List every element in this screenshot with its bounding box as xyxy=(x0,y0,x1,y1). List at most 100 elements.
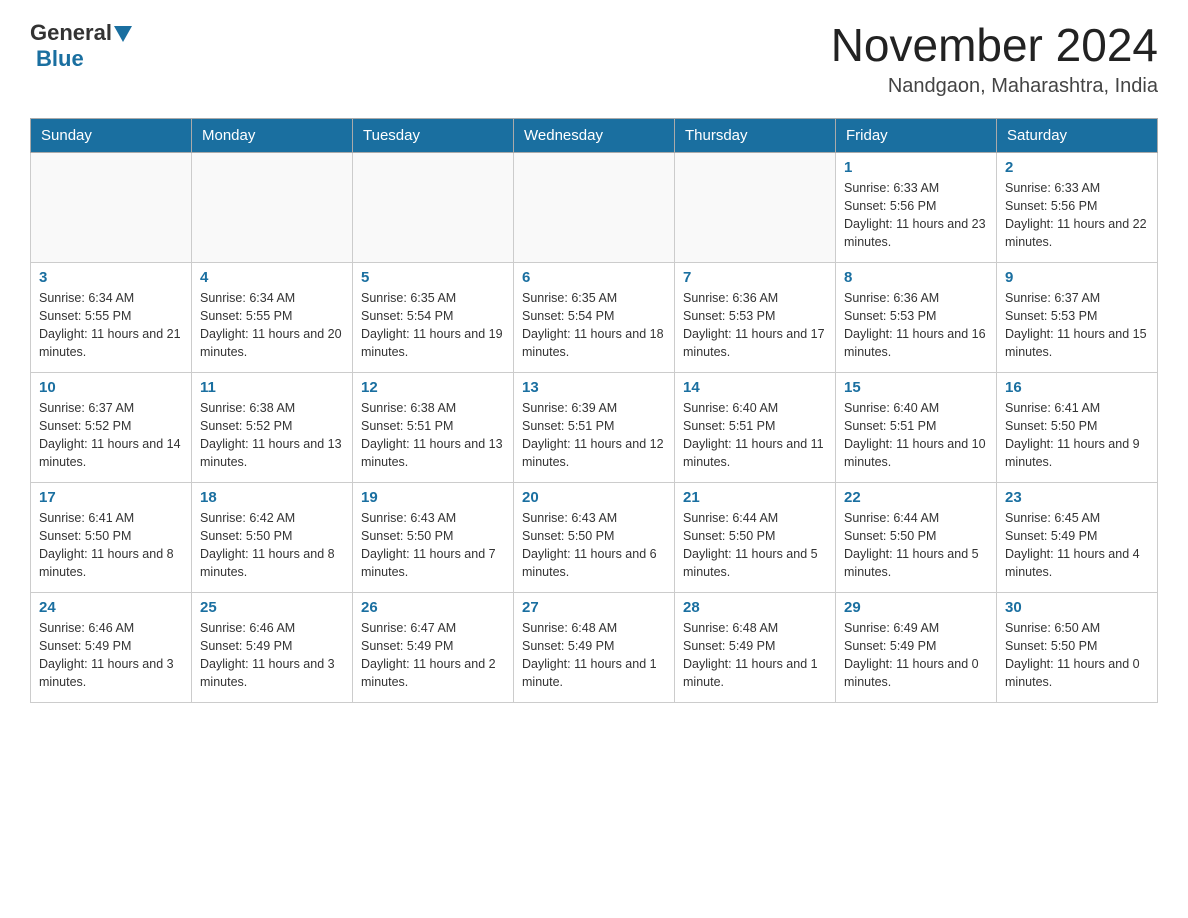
day-info: Sunrise: 6:35 AM Sunset: 5:54 PM Dayligh… xyxy=(522,289,666,362)
calendar-day-cell: 21 Sunrise: 6:44 AM Sunset: 5:50 PM Dayli… xyxy=(675,482,836,592)
day-number: 21 xyxy=(683,489,827,506)
day-info: Sunrise: 6:36 AM Sunset: 5:53 PM Dayligh… xyxy=(844,289,988,362)
day-info: Sunrise: 6:34 AM Sunset: 5:55 PM Dayligh… xyxy=(39,289,183,362)
day-number: 27 xyxy=(522,599,666,616)
calendar-weekday-header: Thursday xyxy=(675,118,836,152)
logo: General Blue xyxy=(30,20,132,72)
calendar-day-cell: 11Sunrise: 6:38 AM Sunset: 5:52 PM Dayli… xyxy=(192,372,353,482)
calendar-day-cell: 30 Sunrise: 6:50 AM Sunset: 5:50 PM Dayli… xyxy=(997,592,1158,702)
calendar-day-cell: 6 Sunrise: 6:35 AM Sunset: 5:54 PM Daylig… xyxy=(514,262,675,372)
day-info: Sunrise: 6:33 AM Sunset: 5:56 PM Dayligh… xyxy=(844,179,988,252)
day-info: Sunrise: 6:48 AM Sunset: 5:49 PM Dayligh… xyxy=(683,619,827,692)
calendar-day-cell: 27 Sunrise: 6:48 AM Sunset: 5:49 PM Dayli… xyxy=(514,592,675,702)
calendar-day-cell: 13Sunrise: 6:39 AM Sunset: 5:51 PM Dayli… xyxy=(514,372,675,482)
calendar-day-cell: 28 Sunrise: 6:48 AM Sunset: 5:49 PM Dayli… xyxy=(675,592,836,702)
day-number: 24 xyxy=(39,599,183,616)
day-number: 3 xyxy=(39,269,183,286)
calendar-day-cell: 5Sunrise: 6:35 AM Sunset: 5:54 PM Daylig… xyxy=(353,262,514,372)
calendar-day-cell: 17 Sunrise: 6:41 AM Sunset: 5:50 PM Dayli… xyxy=(31,482,192,592)
calendar-day-cell: 15 Sunrise: 6:40 AM Sunset: 5:51 PM Dayli… xyxy=(836,372,997,482)
day-info: Sunrise: 6:46 AM Sunset: 5:49 PM Dayligh… xyxy=(200,619,344,692)
day-info: Sunrise: 6:44 AM Sunset: 5:50 PM Dayligh… xyxy=(683,509,827,582)
day-number: 28 xyxy=(683,599,827,616)
day-info: Sunrise: 6:41 AM Sunset: 5:50 PM Dayligh… xyxy=(39,509,183,582)
day-number: 1 xyxy=(844,159,988,176)
calendar-table: SundayMondayTuesdayWednesdayThursdayFrid… xyxy=(30,118,1158,703)
day-number: 15 xyxy=(844,379,988,396)
day-number: 19 xyxy=(361,489,505,506)
calendar-weekday-header: Friday xyxy=(836,118,997,152)
page-header: General Blue November 2024 Nandgaon, Mah… xyxy=(30,20,1158,98)
day-info: Sunrise: 6:43 AM Sunset: 5:50 PM Dayligh… xyxy=(361,509,505,582)
calendar-day-cell: 23 Sunrise: 6:45 AM Sunset: 5:49 PM Dayli… xyxy=(997,482,1158,592)
calendar-day-cell xyxy=(514,152,675,262)
day-info: Sunrise: 6:34 AM Sunset: 5:55 PM Dayligh… xyxy=(200,289,344,362)
day-info: Sunrise: 6:38 AM Sunset: 5:51 PM Dayligh… xyxy=(361,399,505,472)
calendar-day-cell: 20Sunrise: 6:43 AM Sunset: 5:50 PM Dayli… xyxy=(514,482,675,592)
day-info: Sunrise: 6:49 AM Sunset: 5:49 PM Dayligh… xyxy=(844,619,988,692)
day-number: 6 xyxy=(522,269,666,286)
day-number: 26 xyxy=(361,599,505,616)
calendar-day-cell: 18 Sunrise: 6:42 AM Sunset: 5:50 PM Dayli… xyxy=(192,482,353,592)
day-number: 30 xyxy=(1005,599,1149,616)
calendar-day-cell: 9 Sunrise: 6:37 AM Sunset: 5:53 PM Daylig… xyxy=(997,262,1158,372)
day-info: Sunrise: 6:41 AM Sunset: 5:50 PM Dayligh… xyxy=(1005,399,1149,472)
calendar-day-cell: 3 Sunrise: 6:34 AM Sunset: 5:55 PM Daylig… xyxy=(31,262,192,372)
day-info: Sunrise: 6:40 AM Sunset: 5:51 PM Dayligh… xyxy=(683,399,827,472)
day-info: Sunrise: 6:37 AM Sunset: 5:52 PM Dayligh… xyxy=(39,399,183,472)
calendar-day-cell: 22Sunrise: 6:44 AM Sunset: 5:50 PM Dayli… xyxy=(836,482,997,592)
calendar-day-cell xyxy=(192,152,353,262)
day-info: Sunrise: 6:36 AM Sunset: 5:53 PM Dayligh… xyxy=(683,289,827,362)
day-number: 13 xyxy=(522,379,666,396)
location-subtitle: Nandgaon, Maharashtra, India xyxy=(831,75,1158,98)
calendar-day-cell: 7 Sunrise: 6:36 AM Sunset: 5:53 PM Daylig… xyxy=(675,262,836,372)
calendar-day-cell: 24 Sunrise: 6:46 AM Sunset: 5:49 PM Dayli… xyxy=(31,592,192,702)
calendar-weekday-header: Tuesday xyxy=(353,118,514,152)
day-number: 22 xyxy=(844,489,988,506)
calendar-day-cell: 8 Sunrise: 6:36 AM Sunset: 5:53 PM Daylig… xyxy=(836,262,997,372)
calendar-week-row: 17 Sunrise: 6:41 AM Sunset: 5:50 PM Dayli… xyxy=(31,482,1158,592)
calendar-day-cell: 10 Sunrise: 6:37 AM Sunset: 5:52 PM Dayli… xyxy=(31,372,192,482)
day-number: 5 xyxy=(361,269,505,286)
calendar-weekday-header: Sunday xyxy=(31,118,192,152)
calendar-day-cell: 25Sunrise: 6:46 AM Sunset: 5:49 PM Dayli… xyxy=(192,592,353,702)
day-number: 17 xyxy=(39,489,183,506)
calendar-day-cell: 1 Sunrise: 6:33 AM Sunset: 5:56 PM Daylig… xyxy=(836,152,997,262)
day-number: 29 xyxy=(844,599,988,616)
day-info: Sunrise: 6:45 AM Sunset: 5:49 PM Dayligh… xyxy=(1005,509,1149,582)
calendar-day-cell: 14Sunrise: 6:40 AM Sunset: 5:51 PM Dayli… xyxy=(675,372,836,482)
month-title: November 2024 xyxy=(831,20,1158,71)
logo-blue-text: Blue xyxy=(36,46,84,72)
day-number: 23 xyxy=(1005,489,1149,506)
day-number: 7 xyxy=(683,269,827,286)
day-info: Sunrise: 6:50 AM Sunset: 5:50 PM Dayligh… xyxy=(1005,619,1149,692)
day-info: Sunrise: 6:33 AM Sunset: 5:56 PM Dayligh… xyxy=(1005,179,1149,252)
day-info: Sunrise: 6:47 AM Sunset: 5:49 PM Dayligh… xyxy=(361,619,505,692)
calendar-day-cell: 19 Sunrise: 6:43 AM Sunset: 5:50 PM Dayli… xyxy=(353,482,514,592)
day-number: 10 xyxy=(39,379,183,396)
day-number: 18 xyxy=(200,489,344,506)
day-number: 20 xyxy=(522,489,666,506)
day-info: Sunrise: 6:48 AM Sunset: 5:49 PM Dayligh… xyxy=(522,619,666,692)
calendar-weekday-header: Wednesday xyxy=(514,118,675,152)
day-number: 2 xyxy=(1005,159,1149,176)
calendar-day-cell xyxy=(353,152,514,262)
calendar-week-row: 1 Sunrise: 6:33 AM Sunset: 5:56 PM Daylig… xyxy=(31,152,1158,262)
calendar-day-cell: 26 Sunrise: 6:47 AM Sunset: 5:49 PM Dayli… xyxy=(353,592,514,702)
day-number: 11 xyxy=(200,379,344,396)
calendar-week-row: 24 Sunrise: 6:46 AM Sunset: 5:49 PM Dayli… xyxy=(31,592,1158,702)
logo-triangle-icon xyxy=(114,26,132,42)
calendar-weekday-header: Saturday xyxy=(997,118,1158,152)
title-block: November 2024 Nandgaon, Maharashtra, Ind… xyxy=(831,20,1158,98)
calendar-day-cell xyxy=(31,152,192,262)
day-info: Sunrise: 6:40 AM Sunset: 5:51 PM Dayligh… xyxy=(844,399,988,472)
day-info: Sunrise: 6:42 AM Sunset: 5:50 PM Dayligh… xyxy=(200,509,344,582)
day-info: Sunrise: 6:37 AM Sunset: 5:53 PM Dayligh… xyxy=(1005,289,1149,362)
calendar-week-row: 3 Sunrise: 6:34 AM Sunset: 5:55 PM Daylig… xyxy=(31,262,1158,372)
day-number: 8 xyxy=(844,269,988,286)
day-info: Sunrise: 6:46 AM Sunset: 5:49 PM Dayligh… xyxy=(39,619,183,692)
calendar-day-cell: 16Sunrise: 6:41 AM Sunset: 5:50 PM Dayli… xyxy=(997,372,1158,482)
day-number: 9 xyxy=(1005,269,1149,286)
calendar-day-cell: 29 Sunrise: 6:49 AM Sunset: 5:49 PM Dayli… xyxy=(836,592,997,702)
calendar-week-row: 10 Sunrise: 6:37 AM Sunset: 5:52 PM Dayli… xyxy=(31,372,1158,482)
